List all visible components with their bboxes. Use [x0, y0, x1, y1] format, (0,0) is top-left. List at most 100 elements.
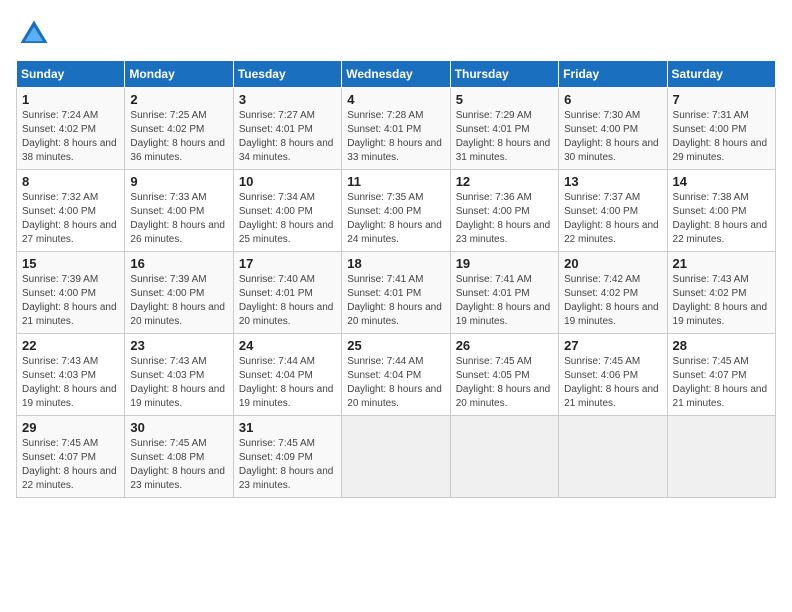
weekday-header: Friday — [559, 61, 667, 88]
weekday-header: Saturday — [667, 61, 775, 88]
day-info: Sunrise: 7:41 AMSunset: 4:01 PMDaylight:… — [456, 273, 553, 329]
day-number: 8 — [22, 174, 119, 189]
day-number: 16 — [130, 256, 227, 271]
day-number: 9 — [130, 174, 227, 189]
calendar-cell: 5 Sunrise: 7:29 AMSunset: 4:01 PMDaylight… — [450, 88, 558, 170]
day-number: 29 — [22, 420, 119, 435]
day-info: Sunrise: 7:45 AMSunset: 4:09 PMDaylight:… — [239, 437, 336, 493]
weekday-header: Sunday — [17, 61, 125, 88]
calendar-cell: 17 Sunrise: 7:40 AMSunset: 4:01 PMDayligh… — [233, 252, 341, 334]
day-info: Sunrise: 7:40 AMSunset: 4:01 PMDaylight:… — [239, 273, 336, 329]
weekday-header: Monday — [125, 61, 233, 88]
calendar-cell: 31 Sunrise: 7:45 AMSunset: 4:09 PMDayligh… — [233, 416, 341, 498]
day-number: 27 — [564, 338, 661, 353]
calendar-cell: 12 Sunrise: 7:36 AMSunset: 4:00 PMDayligh… — [450, 170, 558, 252]
day-number: 23 — [130, 338, 227, 353]
day-info: Sunrise: 7:41 AMSunset: 4:01 PMDaylight:… — [347, 273, 444, 329]
calendar-table: SundayMondayTuesdayWednesdayThursdayFrid… — [16, 60, 776, 498]
day-info: Sunrise: 7:30 AMSunset: 4:00 PMDaylight:… — [564, 109, 661, 165]
day-number: 11 — [347, 174, 444, 189]
calendar-cell — [559, 416, 667, 498]
day-number: 15 — [22, 256, 119, 271]
calendar-cell: 11 Sunrise: 7:35 AMSunset: 4:00 PMDayligh… — [342, 170, 450, 252]
logo-icon — [16, 16, 52, 52]
day-number: 20 — [564, 256, 661, 271]
day-number: 26 — [456, 338, 553, 353]
calendar-cell: 18 Sunrise: 7:41 AMSunset: 4:01 PMDayligh… — [342, 252, 450, 334]
day-info: Sunrise: 7:25 AMSunset: 4:02 PMDaylight:… — [130, 109, 227, 165]
calendar-cell: 30 Sunrise: 7:45 AMSunset: 4:08 PMDayligh… — [125, 416, 233, 498]
weekday-header: Thursday — [450, 61, 558, 88]
day-number: 31 — [239, 420, 336, 435]
calendar-cell: 16 Sunrise: 7:39 AMSunset: 4:00 PMDayligh… — [125, 252, 233, 334]
day-info: Sunrise: 7:45 AMSunset: 4:08 PMDaylight:… — [130, 437, 227, 493]
calendar-cell: 3 Sunrise: 7:27 AMSunset: 4:01 PMDaylight… — [233, 88, 341, 170]
day-info: Sunrise: 7:43 AMSunset: 4:03 PMDaylight:… — [130, 355, 227, 411]
day-info: Sunrise: 7:44 AMSunset: 4:04 PMDaylight:… — [347, 355, 444, 411]
calendar-cell: 23 Sunrise: 7:43 AMSunset: 4:03 PMDayligh… — [125, 334, 233, 416]
day-info: Sunrise: 7:37 AMSunset: 4:00 PMDaylight:… — [564, 191, 661, 247]
day-info: Sunrise: 7:28 AMSunset: 4:01 PMDaylight:… — [347, 109, 444, 165]
day-number: 24 — [239, 338, 336, 353]
day-number: 7 — [673, 92, 770, 107]
day-info: Sunrise: 7:42 AMSunset: 4:02 PMDaylight:… — [564, 273, 661, 329]
day-number: 6 — [564, 92, 661, 107]
day-number: 14 — [673, 174, 770, 189]
calendar-cell: 15Sunrise: 7:39 AMSunset: 4:00 PMDayligh… — [17, 252, 125, 334]
calendar-cell: 13 Sunrise: 7:37 AMSunset: 4:00 PMDayligh… — [559, 170, 667, 252]
calendar-cell: 20 Sunrise: 7:42 AMSunset: 4:02 PMDayligh… — [559, 252, 667, 334]
day-number: 4 — [347, 92, 444, 107]
calendar-cell: 25Sunrise: 7:44 AMSunset: 4:04 PMDayligh… — [342, 334, 450, 416]
calendar-cell: 8Sunrise: 7:32 AMSunset: 4:00 PMDaylight… — [17, 170, 125, 252]
calendar-week-row: 29Sunrise: 7:45 AMSunset: 4:07 PMDayligh… — [17, 416, 776, 498]
day-info: Sunrise: 7:45 AMSunset: 4:06 PMDaylight:… — [564, 355, 661, 411]
weekday-header: Wednesday — [342, 61, 450, 88]
calendar-header-row: SundayMondayTuesdayWednesdayThursdayFrid… — [17, 61, 776, 88]
day-number: 1 — [22, 92, 119, 107]
calendar-cell — [667, 416, 775, 498]
day-number: 10 — [239, 174, 336, 189]
day-number: 2 — [130, 92, 227, 107]
day-info: Sunrise: 7:34 AMSunset: 4:00 PMDaylight:… — [239, 191, 336, 247]
day-number: 30 — [130, 420, 227, 435]
day-info: Sunrise: 7:35 AMSunset: 4:00 PMDaylight:… — [347, 191, 444, 247]
day-info: Sunrise: 7:24 AMSunset: 4:02 PMDaylight:… — [22, 109, 119, 165]
calendar-cell — [342, 416, 450, 498]
day-info: Sunrise: 7:27 AMSunset: 4:01 PMDaylight:… — [239, 109, 336, 165]
day-info: Sunrise: 7:45 AMSunset: 4:05 PMDaylight:… — [456, 355, 553, 411]
calendar-cell: 27 Sunrise: 7:45 AMSunset: 4:06 PMDayligh… — [559, 334, 667, 416]
day-number: 17 — [239, 256, 336, 271]
weekday-header: Tuesday — [233, 61, 341, 88]
calendar-week-row: 22Sunrise: 7:43 AMSunset: 4:03 PMDayligh… — [17, 334, 776, 416]
calendar-week-row: 8Sunrise: 7:32 AMSunset: 4:00 PMDaylight… — [17, 170, 776, 252]
day-info: Sunrise: 7:29 AMSunset: 4:01 PMDaylight:… — [456, 109, 553, 165]
calendar-cell: 2 Sunrise: 7:25 AMSunset: 4:02 PMDaylight… — [125, 88, 233, 170]
page-header — [16, 16, 776, 52]
day-number: 21 — [673, 256, 770, 271]
day-number: 18 — [347, 256, 444, 271]
day-number: 13 — [564, 174, 661, 189]
day-info: Sunrise: 7:36 AMSunset: 4:00 PMDaylight:… — [456, 191, 553, 247]
day-info: Sunrise: 7:39 AMSunset: 4:00 PMDaylight:… — [130, 273, 227, 329]
day-info: Sunrise: 7:38 AMSunset: 4:00 PMDaylight:… — [673, 191, 770, 247]
calendar-cell: 24 Sunrise: 7:44 AMSunset: 4:04 PMDayligh… — [233, 334, 341, 416]
logo — [16, 16, 56, 52]
calendar-cell: 29Sunrise: 7:45 AMSunset: 4:07 PMDayligh… — [17, 416, 125, 498]
calendar-cell: 28Sunrise: 7:45 AMSunset: 4:07 PMDayligh… — [667, 334, 775, 416]
calendar-cell: 4 Sunrise: 7:28 AMSunset: 4:01 PMDaylight… — [342, 88, 450, 170]
day-number: 19 — [456, 256, 553, 271]
day-number: 5 — [456, 92, 553, 107]
calendar-cell: 10 Sunrise: 7:34 AMSunset: 4:00 PMDayligh… — [233, 170, 341, 252]
day-info: Sunrise: 7:44 AMSunset: 4:04 PMDaylight:… — [239, 355, 336, 411]
calendar-cell — [450, 416, 558, 498]
calendar-cell: 7Sunrise: 7:31 AMSunset: 4:00 PMDaylight… — [667, 88, 775, 170]
day-info: Sunrise: 7:43 AMSunset: 4:03 PMDaylight:… — [22, 355, 119, 411]
day-number: 3 — [239, 92, 336, 107]
calendar-cell: 6 Sunrise: 7:30 AMSunset: 4:00 PMDaylight… — [559, 88, 667, 170]
calendar-cell: 22Sunrise: 7:43 AMSunset: 4:03 PMDayligh… — [17, 334, 125, 416]
calendar-week-row: 15 Sunrise: 7:39 AMSunset: 4:00 PMDayligh… — [17, 252, 776, 334]
day-info: Sunrise: 7:33 AMSunset: 4:00 PMDaylight:… — [130, 191, 227, 247]
day-number: 12 — [456, 174, 553, 189]
calendar-cell: 1 Sunrise: 7:24 AMSunset: 4:02 PMDaylight… — [17, 88, 125, 170]
day-info: Sunrise: 7:45 AMSunset: 4:07 PMDaylight:… — [673, 355, 770, 411]
